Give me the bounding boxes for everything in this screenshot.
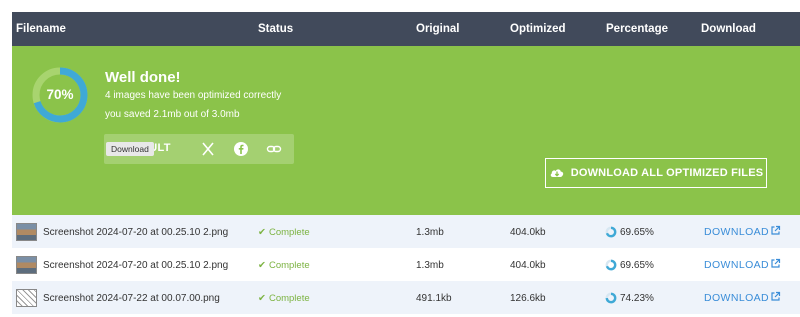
row-original-size: 491.1kb — [416, 293, 452, 304]
row-filename: Screenshot 2024-07-22 at 00.07.00.png — [43, 293, 220, 304]
cloud-download-icon — [549, 166, 565, 181]
savings-percent: 70% — [46, 87, 74, 102]
image-thumbnail — [16, 223, 37, 241]
col-download: Download — [701, 23, 756, 35]
row-percentage: 69.65% — [620, 260, 654, 271]
savings-message: you saved 2.1mb out of 3.0mb — [105, 109, 240, 120]
col-original: Original — [416, 23, 460, 35]
row-percentage: 74.23% — [620, 293, 654, 304]
table-row: Screenshot 2024-07-20 at 00.25.10 2.png … — [12, 215, 800, 248]
row-download-link[interactable]: DOWNLOAD — [704, 226, 769, 238]
link-icon[interactable] — [266, 141, 282, 157]
image-thumbnail — [16, 256, 37, 274]
x-icon[interactable] — [200, 141, 216, 157]
download-tooltip: Download — [106, 142, 154, 156]
table-header: Filename Status Original Optimized Perce… — [12, 12, 800, 46]
row-original-size: 1.3mb — [416, 227, 444, 238]
row-status: ✔ Complete — [258, 227, 310, 238]
success-summary: 70% Well done! 4 images have been optimi… — [12, 46, 800, 215]
percentage-ring-icon — [605, 292, 617, 304]
left-margin — [0, 0, 12, 317]
row-optimized-size: 126.6kb — [510, 293, 546, 304]
col-status: Status — [258, 23, 294, 35]
table-row: Screenshot 2024-07-22 at 00.07.00.png ✔ C… — [12, 281, 800, 314]
col-optimized: Optimized — [510, 23, 566, 35]
row-optimized-size: 404.0kb — [510, 260, 546, 271]
check-icon: ✔ — [258, 260, 266, 271]
col-percentage: Percentage — [606, 23, 669, 35]
file-rows: Screenshot 2024-07-20 at 00.25.10 2.png … — [12, 215, 800, 314]
row-filename: Screenshot 2024-07-20 at 00.25.10 2.png — [43, 260, 229, 271]
row-status: ✔ Complete — [258, 260, 310, 271]
external-link-icon[interactable] — [770, 258, 781, 269]
row-filename: Screenshot 2024-07-20 at 00.25.10 2.png — [43, 227, 229, 238]
table-row: Screenshot 2024-07-20 at 00.25.10 2.png … — [12, 248, 800, 281]
download-all-button[interactable]: DOWNLOAD ALL OPTIMIZED FILES — [545, 158, 767, 188]
percentage-ring-icon — [605, 259, 617, 271]
share-result-bar: ESULT Download — [104, 134, 294, 164]
external-link-icon[interactable] — [770, 225, 781, 236]
savings-donut: 70% — [31, 66, 89, 124]
external-link-icon[interactable] — [770, 291, 781, 302]
row-optimized-size: 404.0kb — [510, 227, 546, 238]
col-filename: Filename — [16, 23, 66, 35]
row-percentage: 69.65% — [620, 227, 654, 238]
facebook-icon[interactable] — [233, 141, 249, 157]
success-title: Well done! — [105, 69, 181, 86]
check-icon: ✔ — [258, 227, 266, 238]
download-all-label: DOWNLOAD ALL OPTIMIZED FILES — [570, 167, 764, 179]
success-message: 4 images have been optimized correctly — [105, 90, 282, 101]
image-thumbnail — [16, 289, 37, 307]
row-download-link[interactable]: DOWNLOAD — [704, 259, 769, 271]
results-panel: Filename Status Original Optimized Perce… — [12, 12, 800, 317]
row-original-size: 1.3mb — [416, 260, 444, 271]
row-status: ✔ Complete — [258, 293, 310, 304]
check-icon: ✔ — [258, 293, 266, 304]
percentage-ring-icon — [605, 226, 617, 238]
row-download-link[interactable]: DOWNLOAD — [704, 292, 769, 304]
